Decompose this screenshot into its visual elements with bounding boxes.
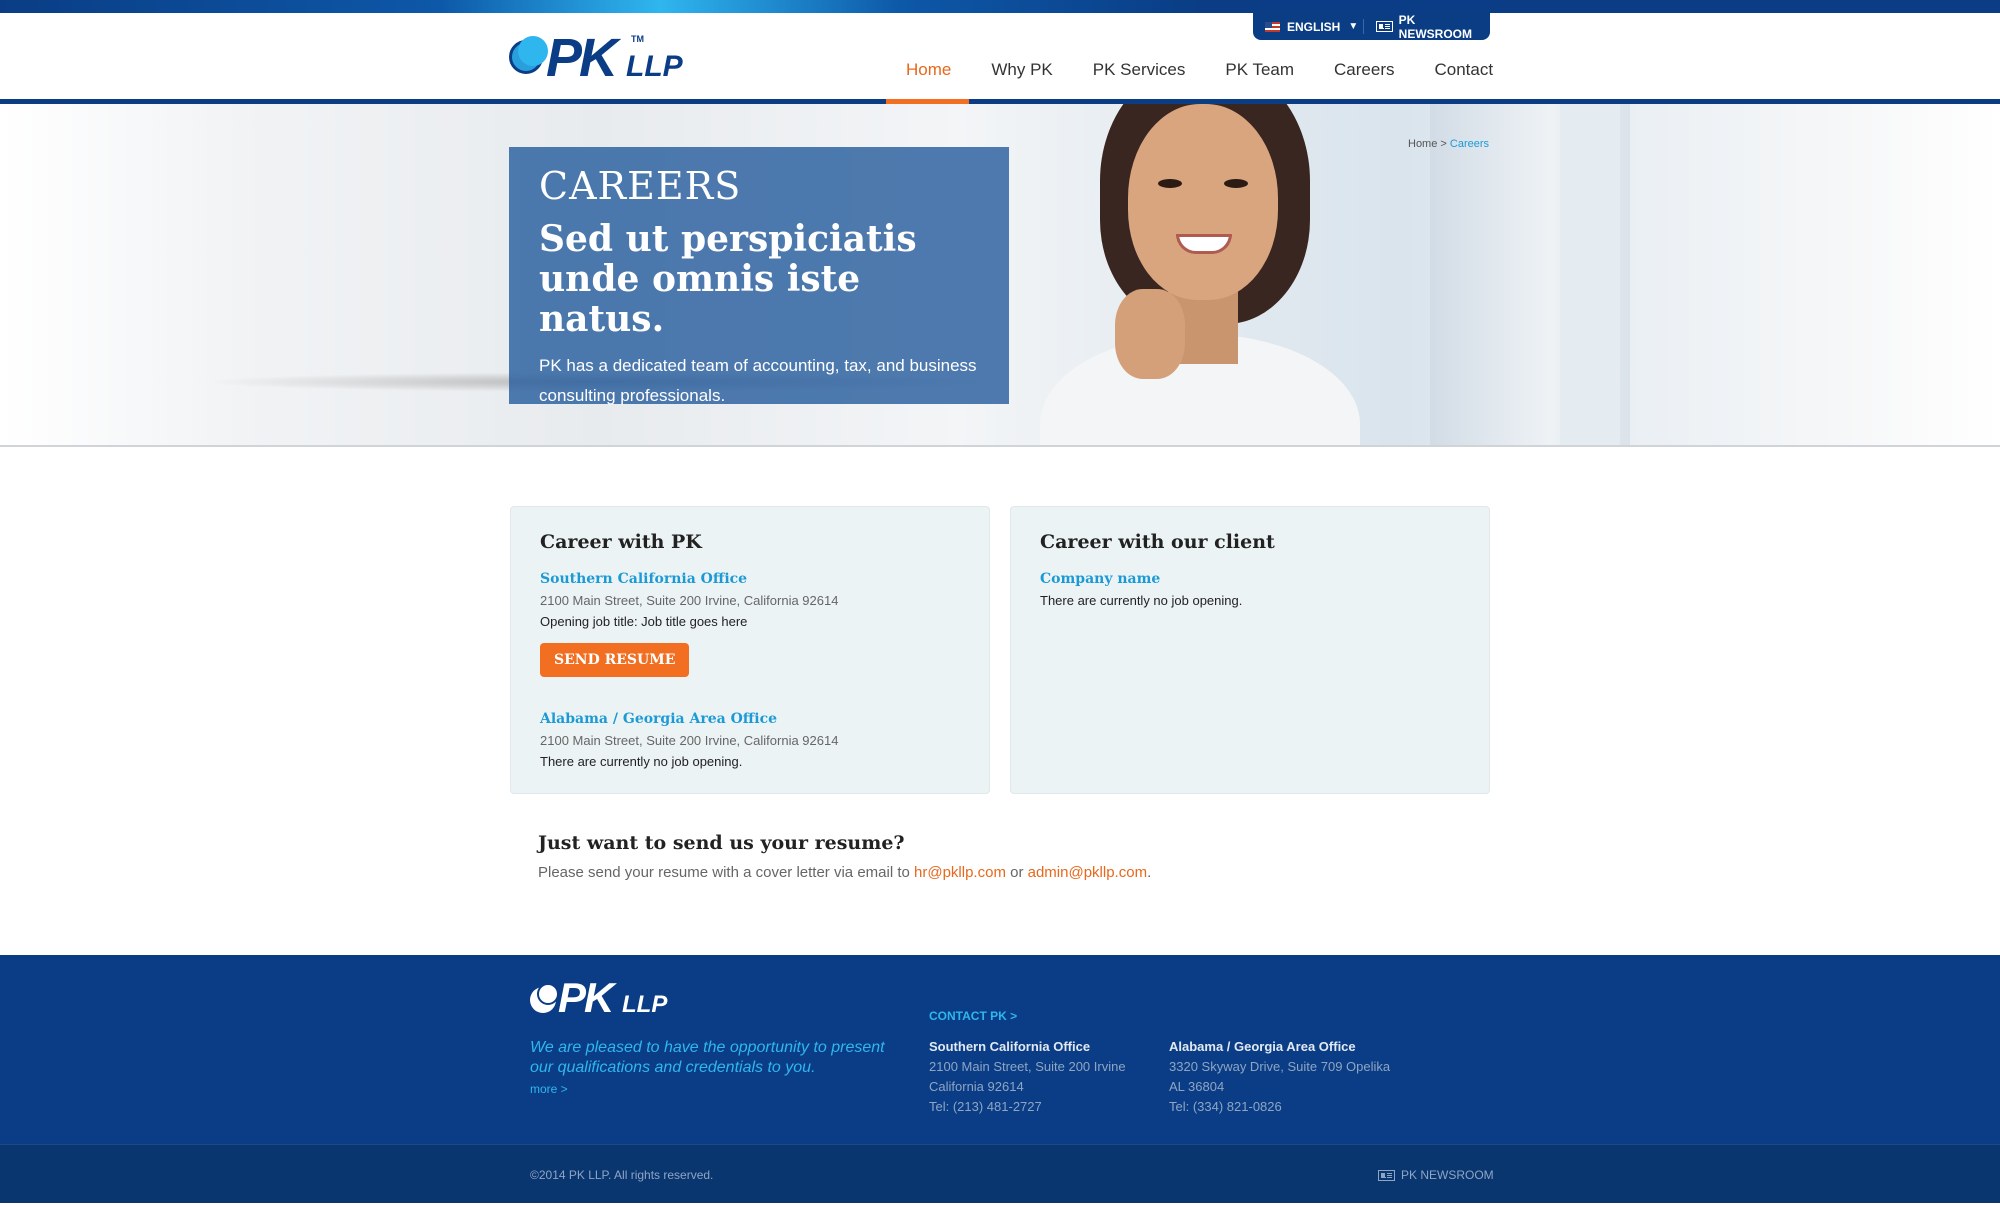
footer-logo-text: PK (558, 974, 614, 1021)
page-title: CAREERS (539, 164, 742, 208)
office-name: Southern California Office (540, 571, 748, 587)
nav-careers[interactable]: Careers (1314, 47, 1414, 104)
newsroom-label: PK NEWSROOM (1398, 12, 1472, 41)
footer-newsroom-label: PK NEWSROOM (1401, 1168, 1494, 1182)
nav-home[interactable]: Home (886, 47, 972, 104)
footer-office-address: 3320 Skyway Drive, Suite 709 Opelika (1169, 1059, 1391, 1074)
footer-logo-circle-accent (537, 983, 559, 1005)
caret-down-icon: ▼ (1348, 21, 1359, 32)
breadcrumb: Home > Careers (1408, 138, 1489, 150)
hero-description: PK has a dedicated team of accounting, t… (539, 356, 977, 405)
person-smile (1176, 234, 1232, 254)
resume-or: or (1010, 864, 1024, 881)
career-pk-card: Career with PK Southern California Offic… (510, 506, 990, 794)
footer-tagline: We are pleased to have the opportunity t… (530, 1039, 885, 1076)
copyright: ©2014 PK LLP. All rights reserved. (530, 1168, 714, 1182)
hero-headline: Sed ut perspiciatis unde omnis iste natu… (539, 218, 917, 340)
us-flag-icon (1265, 21, 1280, 32)
footer-more-link[interactable]: more > (530, 1082, 568, 1096)
breadcrumb-separator: > (1440, 138, 1447, 150)
office-address: 2100 Main Street, Suite 200 Irvine, Cali… (540, 733, 839, 748)
hero-window-frame (1560, 104, 1620, 447)
page-bottom-edge (0, 1203, 2000, 1207)
footer-logo-suffix: LLP (622, 991, 668, 1018)
job-opening-text: Opening job title: Job title goes here (540, 614, 748, 629)
footer-office-name: Southern California Office (929, 1039, 1091, 1054)
person-eye-left (1158, 179, 1182, 188)
person-hand (1115, 289, 1185, 379)
resume-heading: Just want to send us your resume? (538, 832, 905, 854)
footer-office-tel: Tel: (334) 821-0826 (1169, 1099, 1282, 1114)
logo-suffix: LLP (626, 50, 683, 83)
footer-office-city: California 92614 (929, 1079, 1024, 1094)
top-gradient-band (0, 0, 2000, 13)
footer-bottom-bar: ©2014 PK LLP. All rights reserved. PK NE… (0, 1144, 2000, 1203)
career-client-heading: Career with our client (1040, 531, 1275, 553)
job-opening-text: There are currently no job opening. (540, 754, 743, 769)
resume-section: Just want to send us your resume? Please… (538, 832, 1151, 881)
resume-period: . (1147, 864, 1152, 881)
hero-bottom-border (0, 445, 2000, 447)
company-name: Company name (1040, 571, 1161, 587)
resume-instruction: Please send your resume with a cover let… (538, 864, 910, 881)
email-link-admin[interactable]: admin@pkllp.com (1028, 864, 1147, 881)
utility-bar: ENGLISH ▼ PK NEWSROOM (1253, 12, 1490, 41)
person-eye-right (1224, 179, 1248, 188)
nav-pk-services[interactable]: PK Services (1073, 47, 1206, 104)
logo-circle-accent (518, 36, 548, 66)
office-name: Alabama / Georgia Area Office (540, 711, 778, 727)
career-client-card: Career with our client Company name Ther… (1010, 506, 1490, 794)
pk-logo[interactable]: PK TM LLP (509, 30, 683, 86)
footer-office-name: Alabama / Georgia Area Office (1169, 1039, 1356, 1054)
resume-text: Please send your resume with a cover let… (538, 864, 1151, 881)
footer-contact-link[interactable]: CONTACT PK > (929, 1009, 1017, 1023)
logo-trademark: TM (631, 34, 644, 44)
footer-office-address: 2100 Main Street, Suite 200 Irvine (929, 1059, 1126, 1074)
hero-text-box: CAREERS Sed ut perspiciatis unde omnis i… (509, 147, 1009, 405)
breadcrumb-current: Careers (1449, 138, 1490, 150)
breadcrumb-home[interactable]: Home (1408, 138, 1437, 150)
newsroom-icon (1378, 1169, 1395, 1181)
footer-office-alabama: Alabama / Georgia Area Office 3320 Skywa… (1169, 1037, 1390, 1117)
nav-why-pk[interactable]: Why PK (971, 47, 1072, 104)
footer: PK LLP We are pleased to have the opport… (0, 955, 2000, 1144)
main-nav: Home Why PK PK Services PK Team Careers … (886, 47, 1513, 104)
footer-office-tel: Tel: (213) 481-2727 (929, 1099, 1042, 1114)
person-face (1128, 104, 1278, 300)
footer-newsroom-link[interactable]: PK NEWSROOM (1378, 1168, 1494, 1182)
footer-logo[interactable]: PK LLP (530, 975, 670, 1021)
job-opening-text: There are currently no job opening. (1040, 593, 1243, 608)
nav-pk-team[interactable]: PK Team (1205, 47, 1314, 104)
footer-office-socal: Southern California Office 2100 Main Str… (929, 1037, 1126, 1117)
hero-person-image (1000, 104, 1380, 447)
office-address: 2100 Main Street, Suite 200 Irvine, Cali… (540, 593, 839, 608)
language-selector[interactable]: ENGLISH ▼ (1253, 13, 1363, 40)
language-label: ENGLISH (1287, 19, 1341, 34)
footer-office-city: AL 36804 (1169, 1079, 1225, 1094)
logo-text: PK (546, 28, 618, 88)
newsroom-icon (1375, 21, 1393, 32)
newsroom-link[interactable]: PK NEWSROOM (1364, 12, 1490, 41)
email-link-hr[interactable]: hr@pkllp.com (914, 864, 1006, 881)
send-resume-button[interactable]: SEND RESUME (540, 643, 690, 677)
career-pk-heading: Career with PK (540, 531, 702, 553)
nav-contact[interactable]: Contact (1415, 47, 1514, 104)
